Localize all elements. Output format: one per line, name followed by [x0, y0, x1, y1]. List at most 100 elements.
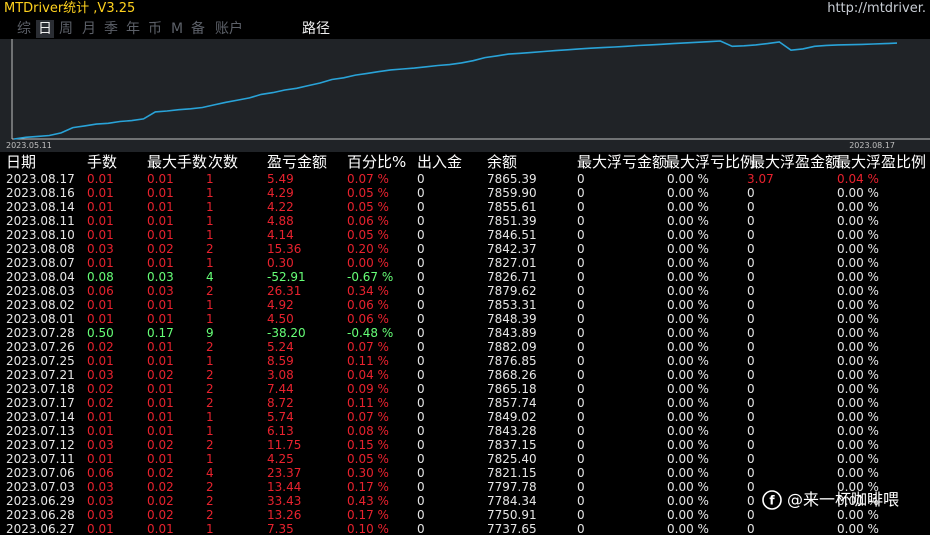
table-row[interactable]: 2023.07.11 0.01 0.01 1 4.25 0.05 % 0 7825.40 0 0.…	[0, 452, 930, 466]
header-count[interactable]: 次数	[208, 153, 238, 171]
tab-account[interactable]: 账户	[215, 20, 243, 38]
table-row[interactable]: 2023.07.28 0.50 0.17 9 -38.20 -0.48 % 0 7843.89…	[0, 326, 930, 340]
table-row[interactable]: 2023.06.27 0.01 0.01 1 7.35 0.10 % 0 7737.65 0 0.…	[0, 522, 930, 535]
cell-deposit-withdrawal: 0	[417, 214, 425, 228]
equity-chart: 2023.05.11 2023.08.17	[0, 39, 930, 152]
cell-lots: 0.01	[87, 172, 114, 186]
table-row[interactable]: 2023.08.11 0.01 0.01 1 4.88 0.06 % 0 7851.39 0 0.…	[0, 214, 930, 228]
table-row[interactable]: 2023.07.26 0.02 0.01 2 5.24 0.07 % 0 7882.09 0 0.…	[0, 340, 930, 354]
zhihu-logo-icon: f	[762, 490, 782, 510]
cell-max-floating-profit: 0	[747, 326, 755, 340]
cell-deposit-withdrawal: 0	[417, 438, 425, 452]
tab-path[interactable]: 路径	[302, 20, 330, 38]
cell-lots: 0.50	[87, 326, 114, 340]
cell-max-floating-loss-ratio: 0.00 %	[667, 480, 709, 494]
table-row[interactable]: 2023.07.21 0.03 0.02 2 3.08 0.04 % 0 7868.26 0 0.…	[0, 368, 930, 382]
app-url-link[interactable]: http://mtdriver.	[827, 1, 926, 17]
cell-deposit-withdrawal: 0	[417, 242, 425, 256]
table-row[interactable]: 2023.07.06 0.06 0.02 4 23.37 0.30 % 0 7821.15 0 0…	[0, 466, 930, 480]
cell-percent: 0.11 %	[347, 354, 389, 368]
tab-month[interactable]: 月	[82, 20, 96, 38]
cell-date: 2023.08.14	[6, 200, 75, 214]
cell-date: 2023.07.17	[6, 396, 75, 410]
header-deposit-withdrawal[interactable]: 出入金	[417, 153, 462, 171]
table-row[interactable]: 2023.08.17 0.01 0.01 1 5.49 0.07 % 0 7865.39 0 0.…	[0, 172, 930, 186]
tab-backup[interactable]: 备	[191, 20, 205, 38]
cell-max-floating-loss: 0	[577, 312, 585, 326]
table-row[interactable]: 2023.07.18 0.02 0.01 2 7.44 0.09 % 0 7865.18 0 0.…	[0, 382, 930, 396]
table-row[interactable]: 2023.07.14 0.01 0.01 1 5.74 0.07 % 0 7849.02 0 0.…	[0, 410, 930, 424]
cell-date: 2023.08.16	[6, 186, 75, 200]
period-tabs: 综 日 周 月 季 年 币 M 备 账户 路径	[0, 19, 930, 39]
cell-max-floating-loss-ratio: 0.00 %	[667, 452, 709, 466]
cell-max-lots: 0.01	[147, 298, 174, 312]
table-row[interactable]: 2023.07.12 0.03 0.02 2 11.75 0.15 % 0 7837.15 0 0…	[0, 438, 930, 452]
cell-max-floating-loss-ratio: 0.00 %	[667, 396, 709, 410]
header-max-floating-profit-ratio[interactable]: 最大浮盈比例	[836, 153, 926, 171]
cell-max-floating-profit: 0	[747, 200, 755, 214]
table-row[interactable]: 2023.08.03 0.06 0.03 2 26.31 0.34 % 0 7879.62 0 0…	[0, 284, 930, 298]
cell-max-lots: 0.02	[147, 508, 174, 522]
cell-deposit-withdrawal: 0	[417, 284, 425, 298]
cell-count: 2	[206, 494, 214, 508]
tab-week[interactable]: 周	[59, 20, 73, 38]
cell-balance: 7876.85	[487, 354, 537, 368]
cell-max-lots: 0.02	[147, 242, 174, 256]
tab-year[interactable]: 年	[126, 20, 140, 38]
table-row[interactable]: 2023.08.04 0.08 0.03 4 -52.91 -0.67 % 0 7826.71…	[0, 270, 930, 284]
cell-max-floating-loss-ratio: 0.00 %	[667, 256, 709, 270]
tab-overview[interactable]: 综	[17, 20, 31, 38]
header-date[interactable]: 日期	[6, 153, 36, 171]
cell-max-lots: 0.02	[147, 438, 174, 452]
table-row[interactable]: 2023.08.01 0.01 0.01 1 4.50 0.06 % 0 7848.39 0 0.…	[0, 312, 930, 326]
cell-profit-loss: 26.31	[267, 284, 302, 298]
tab-quarter[interactable]: 季	[104, 20, 118, 38]
cell-max-lots: 0.01	[147, 452, 174, 466]
cell-deposit-withdrawal: 0	[417, 410, 425, 424]
table-row[interactable]: 2023.08.16 0.01 0.01 1 4.29 0.05 % 0 7859.90 0 0.…	[0, 186, 930, 200]
table-row[interactable]: 2023.07.13 0.01 0.01 1 6.13 0.08 % 0 7843.28 0 0.…	[0, 424, 930, 438]
header-max-lots[interactable]: 最大手数	[147, 153, 207, 171]
cell-max-floating-profit: 0	[747, 508, 755, 522]
header-max-floating-profit[interactable]: 最大浮盈金额	[750, 153, 840, 171]
cell-max-floating-loss: 0	[577, 494, 585, 508]
cell-lots: 0.01	[87, 522, 114, 535]
cell-profit-loss: 15.36	[267, 242, 302, 256]
cell-count: 4	[206, 466, 214, 480]
cell-date: 2023.07.28	[6, 326, 75, 340]
cell-count: 1	[206, 298, 214, 312]
cell-max-floating-profit-ratio: 0.00 %	[837, 200, 879, 214]
tab-m[interactable]: M	[171, 20, 183, 38]
cell-max-floating-loss-ratio: 0.00 %	[667, 522, 709, 535]
cell-balance: 7797.78	[487, 480, 537, 494]
table-row[interactable]: 2023.08.07 0.01 0.01 1 0.30 0.00 % 0 7827.01 0 0.…	[0, 256, 930, 270]
table-row[interactable]: 2023.07.17 0.02 0.01 2 8.72 0.11 % 0 7857.74 0 0.…	[0, 396, 930, 410]
cell-lots: 0.01	[87, 298, 114, 312]
table-row[interactable]: 2023.08.08 0.03 0.02 2 15.36 0.20 % 0 7842.37 0 0…	[0, 242, 930, 256]
cell-max-floating-loss: 0	[577, 326, 585, 340]
tab-day[interactable]: 日	[36, 20, 54, 38]
table-row[interactable]: 2023.08.02 0.01 0.01 1 4.92 0.06 % 0 7853.31 0 0.…	[0, 298, 930, 312]
cell-max-floating-profit: 0	[747, 270, 755, 284]
cell-max-floating-loss-ratio: 0.00 %	[667, 186, 709, 200]
cell-percent: 0.05 %	[347, 186, 389, 200]
header-percent[interactable]: 百分比%	[347, 153, 406, 171]
cell-lots: 0.06	[87, 284, 114, 298]
header-profit-loss[interactable]: 盈亏金额	[267, 153, 327, 171]
table-row[interactable]: 2023.08.14 0.01 0.01 1 4.22 0.05 % 0 7855.61 0 0.…	[0, 200, 930, 214]
cell-profit-loss: 5.49	[267, 172, 294, 186]
table-row[interactable]: 2023.07.25 0.01 0.01 1 8.59 0.11 % 0 7876.85 0 0.…	[0, 354, 930, 368]
header-max-floating-loss[interactable]: 最大浮亏金额	[577, 153, 667, 171]
cell-deposit-withdrawal: 0	[417, 522, 425, 535]
cell-max-floating-profit: 0	[747, 354, 755, 368]
header-lots[interactable]: 手数	[87, 153, 117, 171]
table-row[interactable]: 2023.08.10 0.01 0.01 1 4.14 0.05 % 0 7846.51 0 0.…	[0, 228, 930, 242]
header-balance[interactable]: 余额	[487, 153, 517, 171]
cell-max-floating-loss: 0	[577, 424, 585, 438]
cell-balance: 7859.90	[487, 186, 537, 200]
tab-currency[interactable]: 币	[148, 20, 162, 38]
header-max-floating-loss-ratio[interactable]: 最大浮亏比例	[665, 153, 755, 171]
cell-date: 2023.07.11	[6, 452, 75, 466]
cell-max-floating-loss-ratio: 0.00 %	[667, 200, 709, 214]
cell-max-floating-loss: 0	[577, 242, 585, 256]
